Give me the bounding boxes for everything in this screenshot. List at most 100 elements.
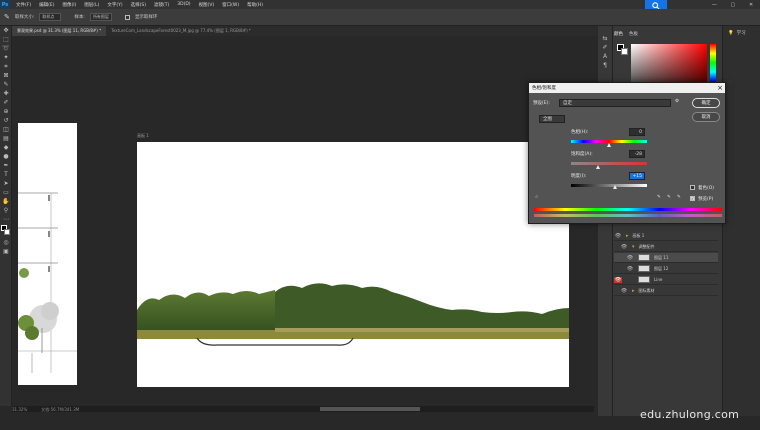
eyedropper-minus-icon[interactable]: ✎ — [677, 195, 681, 200]
preset-select[interactable]: 自定 — [559, 99, 671, 107]
character-panel-icon[interactable]: A — [598, 52, 612, 61]
menu-select[interactable]: 选择(S) — [127, 2, 150, 8]
saturation-input[interactable]: -28 — [629, 150, 645, 158]
menu-edit[interactable]: 编辑(E) — [35, 2, 58, 8]
layer-name: Line — [654, 277, 663, 282]
tab-swatches[interactable]: 色板 — [629, 31, 638, 37]
hue-slider-thumb[interactable] — [607, 143, 611, 147]
minimize-button[interactable]: — — [712, 2, 717, 8]
colorize-checkbox[interactable] — [690, 185, 695, 190]
more-tools-icon[interactable]: ⋯ — [0, 215, 12, 224]
main-artboard — [137, 142, 569, 387]
gear-icon[interactable]: ⚙ — [675, 99, 679, 104]
marquee-tool-icon[interactable]: ⬚ — [0, 35, 12, 44]
cancel-button[interactable]: 取消 — [692, 112, 720, 122]
frame-tool-icon[interactable]: ⊠ — [0, 71, 12, 80]
status-bar: 31.32% 文档:56.7M/341.3M — [12, 407, 79, 413]
type-tool-icon[interactable]: T — [0, 170, 12, 179]
ok-button[interactable]: 确定 — [692, 98, 720, 108]
sample-select[interactable]: 所有图层 — [89, 13, 112, 21]
saturation-label: 饱和度(A): — [571, 152, 593, 157]
eyedropper-plus-icon[interactable]: ✎ — [667, 195, 671, 200]
saturation-slider-thumb[interactable] — [596, 165, 600, 169]
hand-tool-icon[interactable]: ✋ — [0, 197, 12, 206]
eye-icon[interactable]: 👁 — [626, 255, 634, 261]
close-icon[interactable]: × — [715, 83, 725, 93]
preview-checkbox[interactable]: ✓ — [690, 196, 695, 201]
layer-row[interactable]: 👁 ▸ 图标素材 — [614, 286, 718, 296]
layer-row[interactable]: 👁 Line — [614, 275, 718, 285]
layer-name: 图层 12 — [654, 265, 669, 271]
layer-row[interactable]: 👁 图层 12 — [614, 264, 718, 274]
dodge-tool-icon[interactable]: ● — [0, 152, 12, 161]
eye-icon[interactable]: 👁 — [614, 233, 622, 239]
lasso-tool-icon[interactable]: ➰ — [0, 44, 12, 53]
eyedropper-icon[interactable]: ✎ — [4, 13, 10, 21]
maximize-button[interactable]: ▢ — [731, 2, 736, 8]
menu-file[interactable]: 文件(F) — [12, 2, 35, 8]
shape-tool-icon[interactable]: ▭ — [0, 188, 12, 197]
hand-icon[interactable]: ☝ — [535, 195, 538, 200]
eyedropper-tool-icon[interactable]: ✎ — [0, 80, 12, 89]
menu-filter[interactable]: 滤镜(T) — [150, 2, 173, 8]
layer-row[interactable]: 👁 图层 11 — [614, 253, 718, 263]
eye-icon[interactable]: 👁 — [614, 276, 622, 283]
show-ring-checkbox[interactable] — [124, 14, 130, 20]
scrollbar-thumb[interactable] — [320, 407, 420, 411]
hue-input[interactable]: 0 — [629, 128, 645, 136]
quick-select-tool-icon[interactable]: ✦ — [0, 53, 12, 62]
menu-type[interactable]: 文字(Y) — [103, 2, 126, 8]
lightness-label: 明度(I): — [571, 174, 587, 179]
screen-mode-icon[interactable]: ▣ — [0, 247, 12, 256]
menu-window[interactable]: 窗口(W) — [218, 2, 243, 8]
menu-image[interactable]: 图像(I) — [58, 2, 80, 8]
color-swatches[interactable] — [617, 44, 629, 56]
history-panel-icon[interactable]: ⇆ — [598, 34, 612, 43]
channel-select[interactable]: 全图 — [539, 115, 565, 123]
healing-tool-icon[interactable]: ✚ — [0, 89, 12, 98]
layer-row[interactable]: 👁 ▸ 画板 1 — [614, 231, 718, 241]
brush-tool-icon[interactable]: ✐ — [0, 98, 12, 107]
lightness-slider-thumb[interactable] — [613, 185, 617, 189]
history-brush-icon[interactable]: ↺ — [0, 116, 12, 125]
path-select-icon[interactable]: ➤ — [0, 179, 12, 188]
eyedropper-icon[interactable]: ✎ — [657, 195, 661, 200]
eye-icon[interactable]: 👁 — [620, 288, 628, 294]
brush-panel-icon[interactable]: ✐ — [598, 43, 612, 52]
layer-row[interactable]: 👁 ▾ 调整配件 — [614, 242, 718, 252]
fg-bg-swatch-icon[interactable] — [0, 224, 12, 238]
zoom-tool-icon[interactable]: ⚲ — [0, 206, 12, 215]
zoom-level[interactable]: 31.32% — [12, 407, 27, 413]
crop-tool-icon[interactable]: ⌗ — [0, 62, 12, 71]
move-tool-icon[interactable]: ✥ — [0, 26, 12, 35]
tab-landscape-psd[interactable]: 景观效果.psd @ 31.3% (图层 11, RGB/8#) * — [12, 26, 107, 36]
quick-mask-icon[interactable]: ◎ — [0, 238, 12, 247]
clone-tool-icon[interactable]: ⊕ — [0, 107, 12, 116]
horizontal-scrollbar[interactable] — [12, 406, 594, 412]
eye-icon[interactable]: 👁 — [620, 244, 628, 250]
eraser-tool-icon[interactable]: ◫ — [0, 125, 12, 134]
options-bar: ✎ 取样大小: 取样点 样本: 所有图层 显示取样环 — [0, 9, 760, 26]
menu-help[interactable]: 帮助(H) — [243, 2, 267, 8]
dialog-title: 色相/饱和度 — [529, 83, 725, 93]
sample-size-select[interactable]: 取样点 — [39, 13, 62, 21]
eye-icon[interactable]: 👁 — [626, 266, 634, 272]
document-tabs: 景观效果.psd @ 31.3% (图层 11, RGB/8#) * Textu… — [12, 26, 597, 36]
menu-layer[interactable]: 图层(L) — [80, 2, 103, 8]
lightness-slider-track[interactable] — [571, 184, 647, 187]
tab-color[interactable]: 颜色 — [614, 31, 623, 37]
color-panel-tabs: 颜色 色板 — [614, 31, 638, 37]
blur-tool-icon[interactable]: ◆ — [0, 143, 12, 152]
tab-texture-jpg[interactable]: TextureCom_LandscapeForest0023_M.jpg @ 7… — [106, 26, 256, 36]
lightness-input[interactable]: +15 — [629, 172, 645, 180]
pen-tool-icon[interactable]: ✒ — [0, 161, 12, 170]
close-window-button[interactable]: ✕ — [749, 2, 753, 8]
background-color[interactable] — [621, 48, 628, 55]
left-artboard — [18, 123, 77, 385]
paragraph-panel-icon[interactable]: ¶ — [598, 61, 612, 70]
saturation-slider-track[interactable] — [571, 162, 647, 165]
learn-tab[interactable]: 💡 学习 — [728, 30, 746, 37]
gradient-tool-icon[interactable]: ▤ — [0, 134, 12, 143]
menu-3d[interactable]: 3D(D) — [173, 2, 194, 7]
menu-view[interactable]: 视图(V) — [195, 2, 219, 8]
